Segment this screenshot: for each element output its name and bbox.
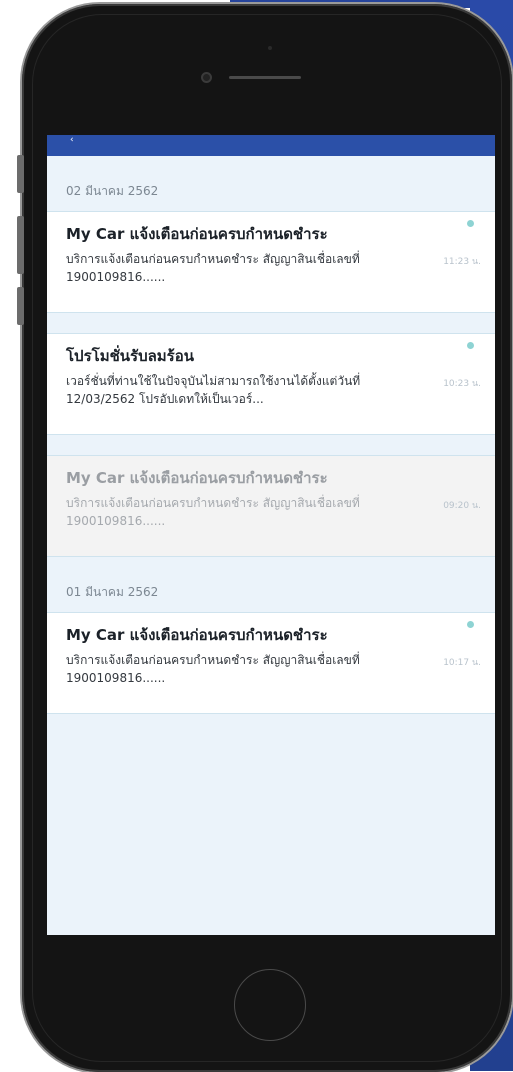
volume-up-button xyxy=(17,216,24,274)
date-header-label: 02 มีนาคม 2562 xyxy=(66,184,159,198)
notification-body: บริการแจ้งเตือนก่อนครบกำหนดชำระ สัญญาสิน… xyxy=(66,653,360,685)
notification-item-read[interactable]: My Car แจ้งเตือนก่อนครบกำหนดชำระ บริการแ… xyxy=(47,455,495,557)
date-header-label: 01 มีนาคม 2562 xyxy=(66,585,159,599)
date-header: 01 มีนาคม 2562 xyxy=(47,557,495,612)
proximity-sensor xyxy=(268,46,272,50)
volume-down-button xyxy=(17,287,24,325)
notification-list: 02 มีนาคม 2562 My Car แจ้งเตือนก่อนครบกำ… xyxy=(47,156,495,714)
earpiece-speaker xyxy=(229,76,301,79)
notification-time: 10:17 น. xyxy=(443,658,481,668)
notification-time: 11:23 น. xyxy=(443,257,481,267)
notification-title: My Car แจ้งเตือนก่อนครบกำหนดชำระ xyxy=(66,469,328,487)
date-header: 02 มีนาคม 2562 xyxy=(47,156,495,211)
unread-dot-icon xyxy=(467,220,474,227)
unread-dot-icon xyxy=(467,621,474,628)
notification-title: My Car แจ้งเตือนก่อนครบกำหนดชำระ xyxy=(66,626,328,644)
front-camera-icon xyxy=(201,72,212,83)
notification-item[interactable]: My Car แจ้งเตือนก่อนครบกำหนดชำระ บริการแ… xyxy=(47,211,495,313)
app-bar: ‹ xyxy=(47,135,495,156)
notification-title: My Car แจ้งเตือนก่อนครบกำหนดชำระ xyxy=(66,225,328,243)
notification-time: 10:23 น. xyxy=(443,379,481,389)
home-button-icon[interactable] xyxy=(234,969,306,1041)
notification-title: โปรโมชั่นรับลมร้อน xyxy=(66,347,194,365)
mute-switch xyxy=(17,155,24,193)
back-arrow-icon[interactable]: ‹ xyxy=(70,136,74,145)
notification-item[interactable]: โปรโมชั่นรับลมร้อน เวอร์ชั่นที่ท่านใช้ใน… xyxy=(47,333,495,435)
notification-item[interactable]: My Car แจ้งเตือนก่อนครบกำหนดชำระ บริการแ… xyxy=(47,612,495,714)
notification-body: บริการแจ้งเตือนก่อนครบกำหนดชำระ สัญญาสิน… xyxy=(66,252,360,284)
notification-time: 09:20 น. xyxy=(443,501,481,511)
notification-body: เวอร์ชั่นที่ท่านใช้ในปัจจุบันไม่สามารถใช… xyxy=(66,374,361,406)
phone-screen: ‹ 02 มีนาคม 2562 My Car แจ้งเตือนก่อนครบ… xyxy=(47,135,495,935)
notification-body: บริการแจ้งเตือนก่อนครบกำหนดชำระ สัญญาสิน… xyxy=(66,496,360,528)
unread-dot-icon xyxy=(467,342,474,349)
